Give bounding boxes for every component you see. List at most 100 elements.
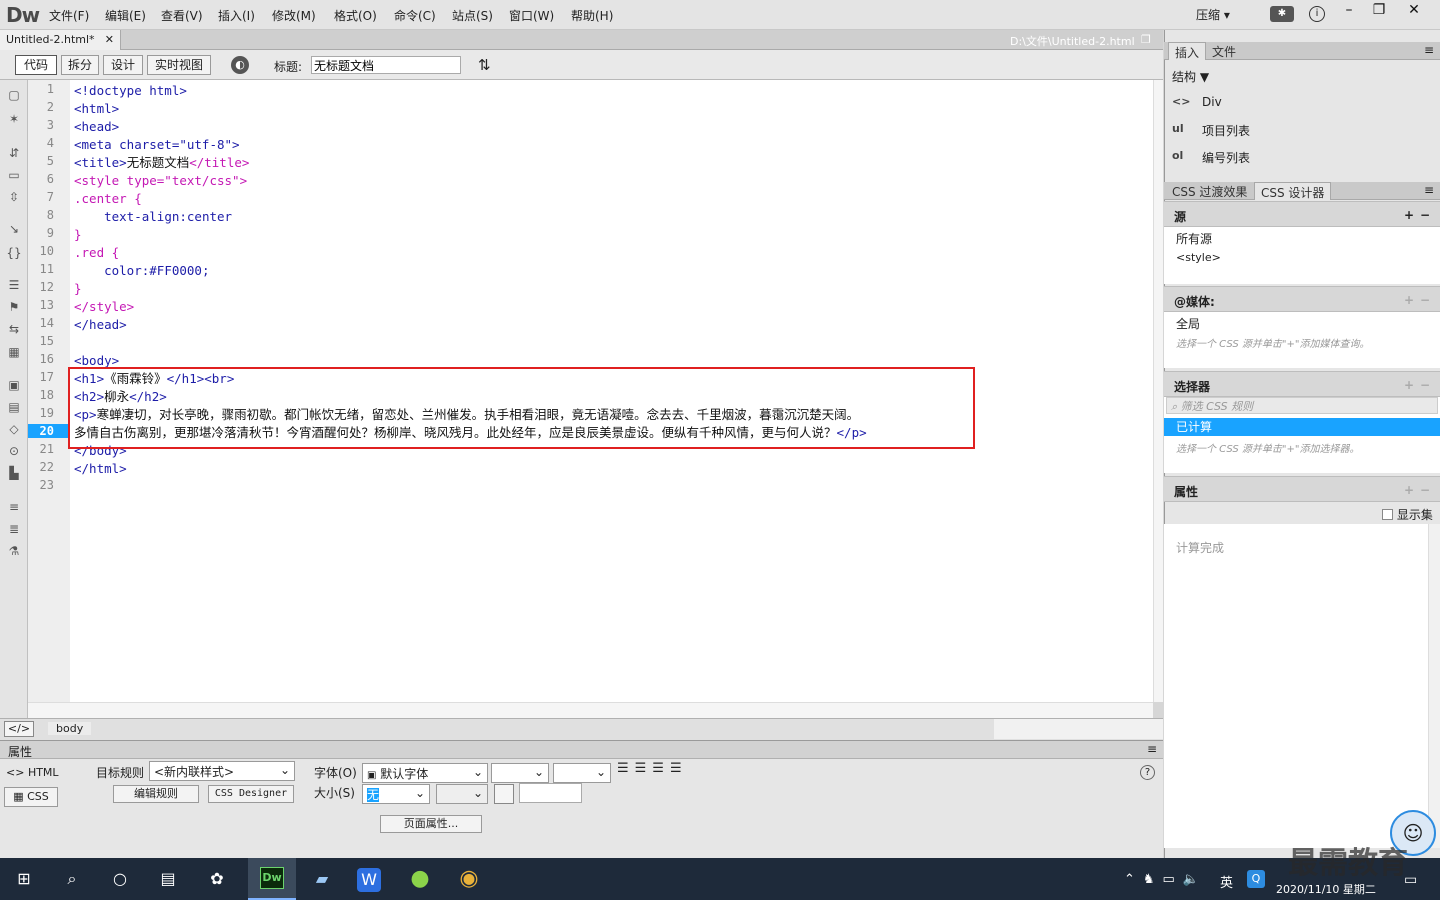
css-designer-button[interactable]: CSS Designer <box>208 785 294 803</box>
align-buttons[interactable]: ☰☰☰☰ <box>617 761 688 776</box>
maximize-button[interactable]: ❐ <box>1364 0 1394 22</box>
pinwheel-app-icon[interactable]: ✿ <box>203 866 231 892</box>
menu-item[interactable]: 命令(C) <box>394 7 436 24</box>
code-tool-icon[interactable]: ▢ <box>6 88 22 102</box>
code-tool-icon[interactable]: ▭ <box>6 168 22 182</box>
code-line[interactable]: } <box>74 226 82 244</box>
remove-icon[interactable]: − <box>1420 483 1430 497</box>
dreamweaver-taskbar-icon[interactable]: Dw <box>248 858 296 900</box>
code-tool-icon[interactable]: ↘ <box>6 222 22 236</box>
color-picker[interactable] <box>494 784 514 804</box>
add-icon[interactable]: + <box>1404 483 1414 497</box>
taskbar-clock[interactable]: 2020/11/10 星期二 <box>1276 881 1376 897</box>
menu-item[interactable]: 窗口(W) <box>509 7 554 24</box>
code-line[interactable]: <!doctype html> <box>74 82 187 100</box>
code-line[interactable]: <meta charset="utf-8"> <box>74 136 240 154</box>
code-line[interactable]: text-align:center <box>74 208 232 226</box>
code-tool-icon[interactable]: ☰ <box>6 278 22 292</box>
document-tab[interactable]: Untitled-2.html* ✕ <box>0 30 121 51</box>
panel-menu-icon[interactable]: ≡ <box>1424 43 1434 57</box>
tab-insert[interactable]: 插入 <box>1168 42 1207 60</box>
font-select[interactable]: ▣ 默认字体 ⌄ <box>362 763 488 783</box>
show-set-checkbox[interactable]: 显示集 <box>1382 506 1433 523</box>
ime-indicator[interactable]: 英 <box>1220 872 1233 891</box>
menu-item[interactable]: 修改(M) <box>272 7 316 24</box>
close-window-button[interactable]: ✕ <box>1394 0 1434 22</box>
code-line[interactable]: <style type="text/css"> <box>74 172 247 190</box>
code-tool-icon[interactable]: ≣ <box>6 522 22 536</box>
code-view-icon[interactable]: </> <box>4 721 34 737</box>
title-input[interactable] <box>311 56 461 74</box>
task-view-icon[interactable]: ▤ <box>154 866 182 892</box>
remove-icon[interactable]: − <box>1420 378 1430 392</box>
cortana-icon[interactable]: ○ <box>106 866 134 892</box>
green-ball-app-icon[interactable]: ● <box>406 866 434 892</box>
menu-item[interactable]: 文件(F) <box>49 7 89 24</box>
tab-css-transitions[interactable]: CSS 过渡效果 <box>1166 182 1253 200</box>
view-button[interactable]: 代码 <box>15 55 57 75</box>
panel-menu-icon[interactable]: ≡ <box>1147 742 1157 756</box>
close-tab-icon[interactable]: ✕ <box>105 33 114 46</box>
source-all[interactable]: 所有源 <box>1176 230 1212 247</box>
properties-scrollbar[interactable] <box>1428 524 1440 848</box>
menu-item[interactable]: 站点(S) <box>452 7 493 24</box>
tab-css-designer[interactable]: CSS 设计器 <box>1254 182 1332 200</box>
insert-item-label[interactable]: Div <box>1202 95 1222 109</box>
code-tool-icon[interactable]: ◇ <box>6 422 22 436</box>
code-line[interactable]: color:#FF0000; <box>74 262 209 280</box>
wps-writer-icon[interactable]: W <box>357 868 381 892</box>
size-unit-select[interactable]: ⌄ <box>436 784 488 804</box>
code-line[interactable]: </html> <box>74 460 127 478</box>
menu-item[interactable]: 格式(O) <box>334 7 377 24</box>
restore-doc-icon[interactable]: ❐ <box>1141 33 1151 46</box>
font-weight-select[interactable]: ⌄ <box>553 763 611 783</box>
view-button[interactable]: 设计 <box>103 55 143 75</box>
insert-item-label[interactable]: 编号列表 <box>1202 149 1250 166</box>
source-style[interactable]: <style> <box>1176 251 1221 264</box>
html-mode-button[interactable]: <> HTML <box>6 766 59 779</box>
sort-icon[interactable]: ⇅ <box>478 56 491 74</box>
code-line[interactable]: <head> <box>74 118 119 136</box>
code-line[interactable]: </style> <box>74 298 134 316</box>
add-icon[interactable]: + <box>1404 293 1414 307</box>
notebook-app-icon[interactable]: ▰ <box>308 866 336 892</box>
panel-menu-icon[interactable]: ≡ <box>1424 183 1434 197</box>
tag-body[interactable]: body <box>48 722 92 735</box>
globe-icon[interactable]: ◐ <box>231 56 249 74</box>
add-icon[interactable]: + <box>1404 208 1414 222</box>
properties-help-icon[interactable]: ? <box>1140 765 1155 780</box>
help-icon[interactable]: i <box>1309 6 1325 22</box>
font-style-select[interactable]: ⌄ <box>491 763 549 783</box>
code-line[interactable]: .center { <box>74 190 142 208</box>
selector-filter[interactable]: ⌕ 筛选 CSS 规则 <box>1166 397 1438 414</box>
code-tool-icon[interactable]: ⇵ <box>6 146 22 160</box>
size-select[interactable]: 无 ⌄ <box>362 784 430 804</box>
workspace-layout-selector[interactable]: 压缩 ▾ <box>1196 6 1230 23</box>
code-tool-icon[interactable]: {} <box>6 246 22 260</box>
code-tool-icon[interactable]: ▣ <box>6 378 22 392</box>
tab-files[interactable]: 文件 <box>1206 42 1242 60</box>
add-icon[interactable]: + <box>1404 378 1414 392</box>
remove-icon[interactable]: − <box>1420 293 1430 307</box>
menu-item[interactable]: 查看(V) <box>161 7 203 24</box>
insert-item-label[interactable]: 项目列表 <box>1202 122 1250 139</box>
code-tool-icon[interactable]: ▙ <box>6 466 22 480</box>
vertical-scrollbar[interactable] <box>1153 80 1163 702</box>
minimize-button[interactable]: – <box>1334 0 1364 22</box>
qq-icon[interactable]: Q <box>1247 870 1265 888</box>
chrome-icon[interactable]: ◉ <box>455 866 483 892</box>
sync-icon[interactable]: ✱ <box>1270 6 1294 22</box>
code-tool-icon[interactable]: ≡ <box>6 500 22 514</box>
horizontal-scrollbar[interactable] <box>28 702 1153 718</box>
selector-computed[interactable]: 已计算 <box>1164 418 1440 436</box>
insert-category-select[interactable]: 结构 ▼ <box>1172 68 1209 85</box>
code-tool-icon[interactable]: ⇆ <box>6 322 22 336</box>
color-input[interactable] <box>519 783 582 803</box>
tray-icons[interactable]: ⌃♞▭🔈 <box>1124 872 1207 887</box>
remove-icon[interactable]: − <box>1420 208 1430 222</box>
view-button[interactable]: 实时视图 <box>147 55 211 75</box>
code-tool-icon[interactable]: ▦ <box>6 345 22 359</box>
code-tool-icon[interactable]: ▤ <box>6 400 22 414</box>
search-icon[interactable]: ⌕ <box>58 866 86 892</box>
code-tool-icon[interactable]: ✶ <box>6 112 22 126</box>
